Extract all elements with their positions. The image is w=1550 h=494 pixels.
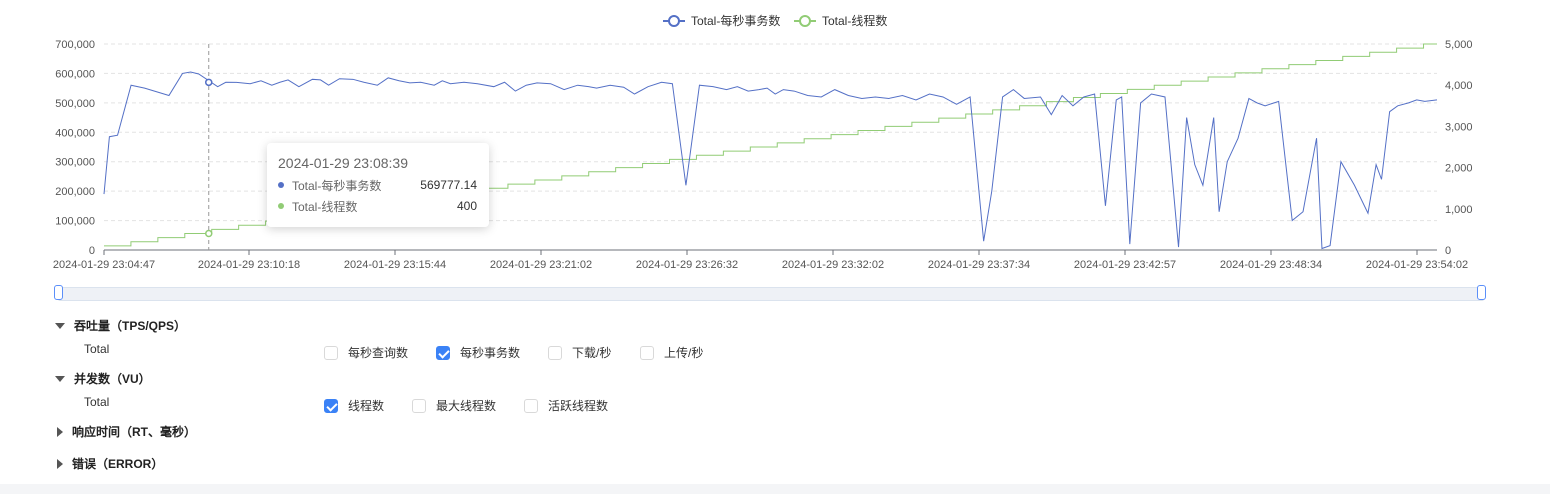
caret-right-icon bbox=[57, 426, 63, 437]
caret-down-icon bbox=[55, 322, 65, 329]
section-errors-toggle[interactable]: 错误（ERROR） bbox=[55, 455, 163, 472]
y-left-tick-label: 200,000 bbox=[55, 186, 95, 198]
x-tick-label: 2024-01-29 23:54:02 bbox=[1366, 259, 1468, 271]
checkbox-label: 线程数 bbox=[348, 399, 385, 413]
legend-label: Total-线程数 bbox=[822, 13, 887, 28]
y-left-tick-label: 600,000 bbox=[55, 68, 95, 80]
y-left-tick-label: 300,000 bbox=[55, 157, 95, 169]
checkbox-label: 上传/秒 bbox=[664, 346, 704, 360]
crosshair-point-tps bbox=[204, 78, 213, 87]
tooltip-row-threads: Total-线程数 400 bbox=[278, 198, 477, 214]
section-throughput-toggle[interactable]: 吞吐量（TPS/QPS） bbox=[55, 317, 186, 334]
checkbox-tps[interactable]: 每秒事务数 bbox=[436, 344, 520, 361]
y-left-tick-label: 100,000 bbox=[55, 216, 95, 228]
crosshair-point-threads bbox=[204, 229, 213, 238]
x-tick-label: 2024-01-29 23:48:34 bbox=[1220, 259, 1322, 271]
tooltip-series-name: Total-线程数 bbox=[292, 199, 358, 214]
x-tick-label: 2024-01-29 23:21:02 bbox=[490, 259, 592, 271]
checkbox-checked-icon[interactable] bbox=[324, 398, 338, 413]
checkbox-download-per-sec[interactable]: 下载/秒 bbox=[548, 344, 611, 361]
tooltip-series-value: 569777.14 bbox=[420, 178, 477, 192]
checkbox-icon[interactable] bbox=[412, 398, 426, 413]
y-right-tick-label: 1,000 bbox=[1445, 204, 1473, 216]
section-title: 错误（ERROR） bbox=[72, 457, 164, 471]
chart-area[interactable]: 0 100,000 200,000 300,000 400,000 500,000 600,… bbox=[0, 0, 1550, 280]
checkbox-icon[interactable] bbox=[640, 345, 654, 360]
y-right-tick-label: 4,000 bbox=[1445, 80, 1473, 92]
x-tick-label: 2024-01-29 23:10:18 bbox=[198, 259, 300, 271]
y-right-tick-label: 5,000 bbox=[1445, 39, 1473, 51]
checkbox-active-threads[interactable]: 活跃线程数 bbox=[524, 397, 608, 414]
x-tick-label: 2024-01-29 23:26:32 bbox=[636, 259, 738, 271]
tooltip-row-tps: Total-每秒事务数 569777.14 bbox=[278, 177, 477, 193]
y-left-tick-label: 0 bbox=[89, 245, 95, 257]
zoom-slider-start-handle[interactable] bbox=[54, 285, 63, 300]
bottom-bar bbox=[0, 484, 1550, 494]
x-tick-label: 2024-01-29 23:15:44 bbox=[344, 259, 446, 271]
series-dot-icon bbox=[278, 203, 284, 209]
series-dot-icon bbox=[278, 182, 284, 188]
section-title: 吞吐量（TPS/QPS） bbox=[74, 319, 187, 333]
y-left-tick-label: 500,000 bbox=[55, 98, 95, 110]
legend-marker-icon bbox=[799, 15, 811, 27]
tooltip-title: 2024-01-29 23:08:39 bbox=[278, 155, 408, 171]
section-title: 响应时间（RT、毫秒） bbox=[72, 425, 196, 439]
checkbox-threads[interactable]: 线程数 bbox=[324, 397, 384, 414]
checkbox-icon[interactable] bbox=[524, 398, 538, 413]
x-tick-label: 2024-01-29 23:04:47 bbox=[53, 259, 155, 271]
x-tick-label: 2024-01-29 23:37:34 bbox=[928, 259, 1030, 271]
throughput-row-label: Total bbox=[84, 342, 110, 356]
checkbox-label: 每秒事务数 bbox=[460, 346, 521, 360]
y-right-tick-label: 3,000 bbox=[1445, 121, 1473, 133]
checkbox-label: 下载/秒 bbox=[572, 346, 612, 360]
x-tick-label: 2024-01-29 23:32:02 bbox=[782, 259, 884, 271]
legend-marker-icon bbox=[668, 15, 680, 27]
checkbox-max-threads[interactable]: 最大线程数 bbox=[412, 397, 496, 414]
checkbox-checked-icon[interactable] bbox=[436, 345, 450, 360]
y-left-tick-label: 700,000 bbox=[55, 39, 95, 51]
line-chart[interactable]: 0 100,000 200,000 300,000 400,000 500,000 600,… bbox=[0, 0, 1550, 280]
checkbox-icon[interactable] bbox=[548, 345, 562, 360]
y-right-tick-label: 0 bbox=[1445, 245, 1451, 257]
checkbox-label: 活跃线程数 bbox=[548, 399, 609, 413]
zoom-slider-track[interactable] bbox=[58, 287, 1484, 301]
checkbox-label: 最大线程数 bbox=[436, 399, 497, 413]
checkbox-icon[interactable] bbox=[324, 345, 338, 360]
tooltip-series-value: 400 bbox=[456, 199, 477, 213]
checkbox-label: 每秒查询数 bbox=[348, 346, 409, 360]
checkbox-queries-per-sec[interactable]: 每秒查询数 bbox=[324, 344, 408, 361]
zoom-slider-end-handle[interactable] bbox=[1477, 285, 1486, 300]
checkbox-upload-per-sec[interactable]: 上传/秒 bbox=[640, 344, 703, 361]
caret-right-icon bbox=[57, 458, 63, 469]
section-title: 并发数（VU） bbox=[74, 372, 151, 386]
concurrency-row-label: Total bbox=[84, 395, 110, 409]
chart-tooltip: 2024-01-29 23:08:39 Total-每秒事务数 569777.1… bbox=[267, 143, 489, 227]
caret-down-icon bbox=[55, 375, 65, 382]
y-right-tick-label: 2,000 bbox=[1445, 163, 1473, 175]
legend-label: Total-每秒事务数 bbox=[691, 13, 780, 28]
tooltip-series-name: Total-每秒事务数 bbox=[292, 178, 382, 193]
y-left-tick-label: 400,000 bbox=[55, 127, 95, 139]
section-response-time-toggle[interactable]: 响应时间（RT、毫秒） bbox=[55, 423, 196, 440]
x-tick-label: 2024-01-29 23:42:57 bbox=[1074, 259, 1176, 271]
section-concurrency-toggle[interactable]: 并发数（VU） bbox=[55, 370, 151, 387]
